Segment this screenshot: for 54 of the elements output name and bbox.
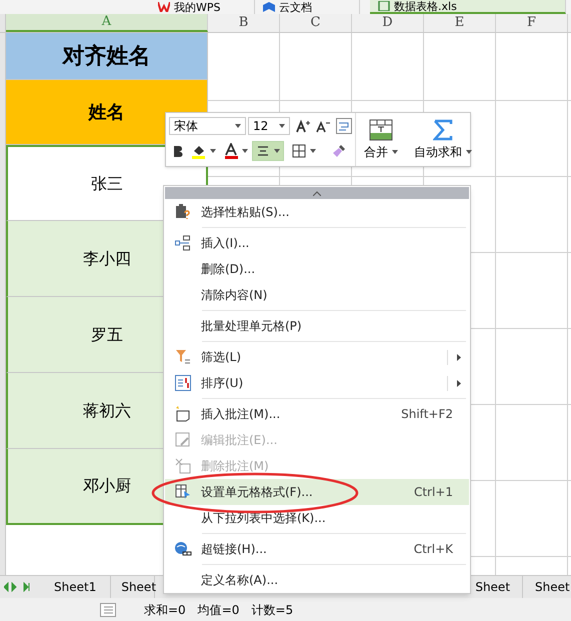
- document-tab[interactable]: 数据表格.xls: [370, 0, 566, 14]
- menu-item[interactable]: 超链接(H)... Ctrl+K: [165, 536, 469, 562]
- borders-icon[interactable]: [292, 144, 306, 158]
- column-header[interactable]: D: [352, 14, 424, 32]
- funnel-icon: [175, 349, 191, 365]
- size-dropdown[interactable]: 12: [248, 117, 290, 135]
- caret-icon[interactable]: [466, 150, 472, 154]
- merge-button[interactable]: 合并: [364, 142, 398, 160]
- font-dropdown[interactable]: 宋体: [169, 117, 246, 135]
- shortcut-label: Ctrl+K: [412, 541, 454, 558]
- align-center-icon: [256, 144, 270, 158]
- table-cell: 对齐姓名: [6, 33, 208, 80]
- sheet-list-icon[interactable]: [100, 602, 116, 616]
- edit-note-icon: [175, 432, 191, 448]
- status-text: 求和=0: [144, 602, 186, 618]
- caret-icon[interactable]: [392, 150, 398, 154]
- font-color-icon[interactable]: [224, 143, 238, 159]
- insert-icon: [175, 235, 191, 251]
- format-painter-icon[interactable]: [332, 144, 346, 158]
- status-text: 均值=0: [198, 602, 240, 618]
- status-text: 计数=5: [251, 602, 294, 618]
- menu-item[interactable]: 设置单元格格式(F)... Ctrl+1: [165, 479, 469, 505]
- format-cells-icon: [175, 484, 191, 500]
- caret-icon[interactable]: [310, 149, 316, 153]
- spreadsheet-icon: [378, 1, 390, 11]
- sort-icon: [175, 375, 191, 391]
- merge-cells-icon[interactable]: [369, 118, 393, 140]
- column-header[interactable]: C: [280, 14, 352, 32]
- column-header[interactable]: F: [496, 14, 568, 32]
- w-logo-icon: [158, 2, 170, 12]
- fill-color-icon[interactable]: [191, 143, 206, 159]
- globe-link-icon: [174, 541, 192, 557]
- delete-note-icon: [175, 458, 191, 474]
- caret-icon[interactable]: [274, 149, 280, 153]
- caret-icon[interactable]: [279, 124, 285, 128]
- autosum-button[interactable]: 自动求和: [414, 142, 472, 160]
- caret-icon[interactable]: [210, 149, 216, 153]
- wrap-text-icon[interactable]: [336, 118, 352, 134]
- shortcut-label: Ctrl+1: [412, 484, 454, 501]
- cloud-drive-icon: [263, 2, 275, 12]
- sigma-icon[interactable]: [433, 118, 453, 140]
- sheet-navigation-icon[interactable]: [4, 582, 30, 592]
- shrink-font-icon[interactable]: [316, 119, 330, 133]
- grow-font-icon[interactable]: [296, 119, 310, 133]
- caret-icon[interactable]: [242, 149, 248, 153]
- bold-icon[interactable]: [173, 144, 183, 158]
- clipboard-icon: [175, 204, 191, 220]
- chevron-up-icon: [313, 190, 321, 196]
- shortcut-label: Shift+F2: [400, 406, 454, 423]
- note-icon: [175, 406, 191, 422]
- align-center-button[interactable]: [252, 141, 284, 161]
- caret-icon[interactable]: [235, 124, 241, 128]
- column-header[interactable]: E: [424, 14, 496, 32]
- column-header[interactable]: B: [208, 14, 280, 32]
